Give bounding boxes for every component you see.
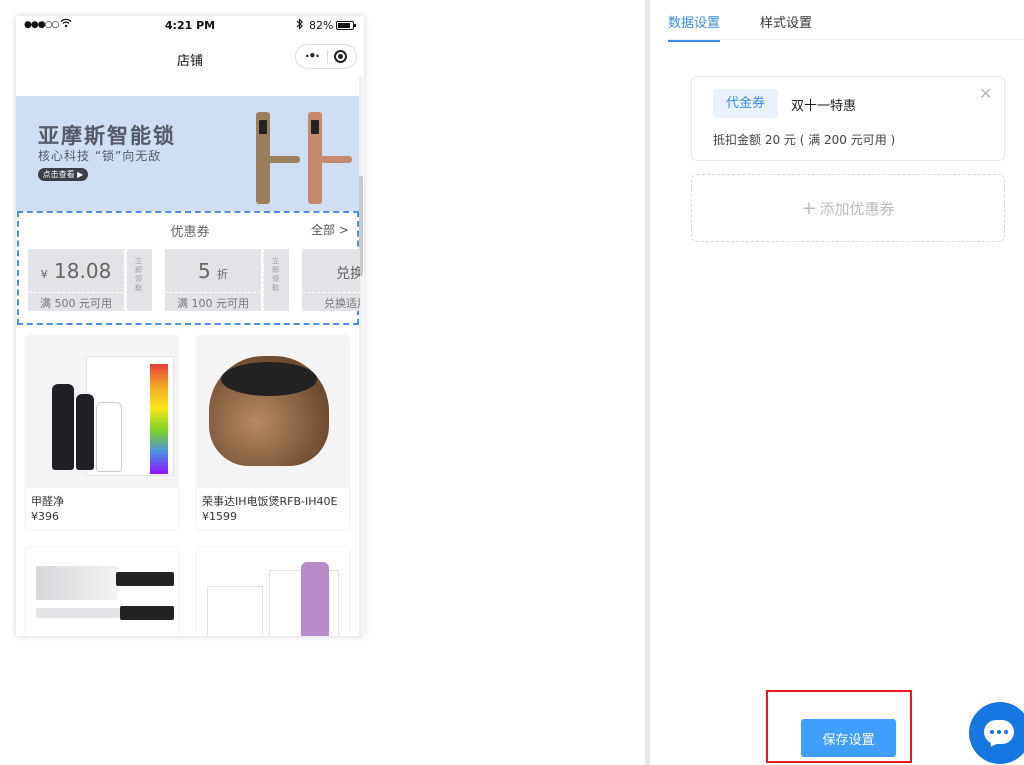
banner-subtitle: 核心科技 “锁”向无敌 bbox=[38, 149, 162, 163]
mini-program-capsule[interactable]: ·•· bbox=[295, 44, 357, 69]
target-icon[interactable] bbox=[334, 50, 347, 63]
coupon-all-link[interactable]: 全部 > bbox=[311, 221, 349, 238]
banner-button[interactable]: 点击查看 ▶ bbox=[38, 168, 88, 181]
add-coupon-button[interactable]: + 添加优惠券 bbox=[691, 174, 1005, 242]
coupon-type-tag: 代金券 bbox=[713, 89, 778, 118]
banner-title: 亚摩斯智能锁 bbox=[38, 124, 176, 148]
coupon-section-selected[interactable]: 优惠券 全部 > ¥ 18.08 满 500 元可用 立即领取 5 折 满 10… bbox=[17, 211, 360, 325]
coupon-name: 双十一特惠 bbox=[791, 99, 857, 114]
door-lock-copper-image bbox=[308, 112, 354, 207]
coupon-condition: 满 500 元可用 bbox=[28, 292, 124, 311]
coupon-item[interactable]: 5 折 满 100 元可用 bbox=[165, 249, 261, 311]
product-image bbox=[197, 336, 349, 488]
product-price: ¥396 bbox=[31, 510, 59, 523]
coupon-config-card[interactable]: 代金券 双十一特惠 抵扣金额 20 元 ( 满 200 元可用 ) ✕ bbox=[691, 76, 1005, 161]
coupon-value: 兑换券 bbox=[336, 266, 360, 282]
coupon-claim[interactable]: 立即领取 bbox=[126, 249, 152, 311]
battery-percent: 82% bbox=[309, 19, 334, 32]
status-bar: ●●●○○ 4:21 PM 82% bbox=[16, 16, 364, 36]
coupon-claim[interactable]: 立即领取 bbox=[263, 249, 289, 311]
coupon-description: 抵扣金额 20 元 ( 满 200 元可用 ) bbox=[713, 133, 896, 147]
product-image bbox=[26, 548, 178, 636]
coupon-item[interactable]: ¥ 18.08 满 500 元可用 bbox=[28, 249, 124, 311]
product-card[interactable] bbox=[197, 548, 349, 636]
add-coupon-label: 添加优惠券 bbox=[819, 200, 895, 218]
coupon-row: ¥ 18.08 满 500 元可用 立即领取 5 折 满 100 元可用 立即领… bbox=[28, 249, 360, 311]
product-image bbox=[26, 336, 178, 488]
door-lock-gold-image bbox=[256, 112, 302, 207]
product-card[interactable]: 荣事达IH电饭煲RFB-IH40E ¥1599 bbox=[197, 336, 349, 529]
settings-tabs: 数据设置 样式设置 bbox=[668, 0, 1024, 42]
tab-data-settings[interactable]: 数据设置 bbox=[668, 12, 721, 42]
coupon-item[interactable]: 兑换券 兑换适用商品 bbox=[302, 249, 360, 311]
product-card[interactable] bbox=[26, 548, 178, 636]
product-price: ¥1599 bbox=[202, 510, 237, 523]
battery-icon bbox=[336, 21, 356, 30]
tab-style-settings[interactable]: 样式设置 bbox=[760, 12, 812, 40]
chat-button[interactable] bbox=[969, 702, 1024, 764]
more-dots-icon[interactable]: ·•· bbox=[305, 49, 320, 63]
product-name: 荣事达IH电饭煲RFB-IH40E bbox=[202, 495, 338, 508]
banner[interactable]: 亚摩斯智能锁 核心科技 “锁”向无敌 点击查看 ▶ bbox=[16, 96, 359, 211]
coupon-value: 18.08 bbox=[54, 259, 112, 283]
coupon-condition: 兑换适用商品 bbox=[302, 292, 360, 311]
plus-icon: + bbox=[801, 198, 817, 219]
coupon-value: 5 bbox=[197, 259, 211, 283]
close-icon[interactable]: ✕ bbox=[979, 84, 992, 103]
product-image bbox=[197, 548, 349, 636]
product-card[interactable]: 甲醛净 ¥396 bbox=[26, 336, 178, 529]
nav-bar: 店铺 ·•· bbox=[16, 44, 364, 74]
bluetooth-icon bbox=[296, 18, 304, 33]
coupon-section-title: 优惠券 bbox=[170, 225, 210, 240]
product-name: 甲醛净 bbox=[31, 495, 64, 508]
coupon-condition: 满 100 元可用 bbox=[165, 292, 261, 311]
save-settings-button[interactable]: 保存设置 bbox=[801, 719, 896, 757]
panel-divider bbox=[645, 0, 650, 765]
phone-preview: ●●●○○ 4:21 PM 82% 店铺 ·•· 亚摩斯智能锁 核心科技 “锁”… bbox=[16, 16, 364, 636]
preview-scrollbar[interactable] bbox=[359, 76, 363, 636]
